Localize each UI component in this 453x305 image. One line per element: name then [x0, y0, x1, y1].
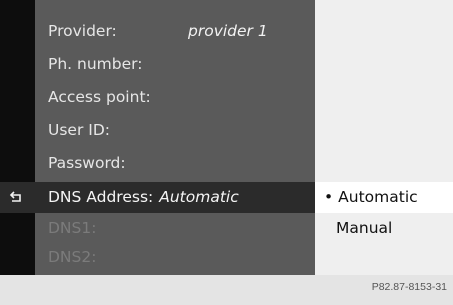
- access-point-label: Access point:: [48, 88, 151, 106]
- settings-panel: Provider: provider 1 Ph. number: Access …: [35, 0, 315, 275]
- phone-number-row[interactable]: Ph. number:: [35, 47, 315, 81]
- option-manual[interactable]: Manual: [315, 213, 453, 243]
- provider-row[interactable]: Provider: provider 1: [35, 14, 315, 48]
- dns-address-label: DNS Address:: [48, 188, 154, 206]
- provider-value: provider 1: [188, 22, 268, 40]
- left-side-bar: [0, 0, 35, 275]
- option-automatic-label: Automatic: [338, 188, 418, 206]
- password-label: Password:: [48, 154, 126, 172]
- dns-address-text: DNS Address: Automatic: [48, 182, 239, 213]
- user-id-row[interactable]: User ID:: [35, 113, 315, 147]
- access-point-row[interactable]: Access point:: [35, 80, 315, 114]
- user-id-label: User ID:: [48, 121, 110, 139]
- screen-frame: Provider: provider 1 Ph. number: Access …: [0, 0, 453, 305]
- dns2-label: DNS2:: [48, 248, 97, 266]
- password-row[interactable]: Password:: [35, 146, 315, 180]
- provider-label: Provider:: [48, 22, 117, 40]
- option-automatic[interactable]: • Automatic: [315, 182, 453, 213]
- dns-address-value: Automatic: [159, 188, 239, 206]
- dns1-label: DNS1:: [48, 219, 97, 237]
- selected-bullet-icon: •: [324, 188, 334, 206]
- image-code: P82.87-8153-31: [371, 281, 447, 293]
- dns2-row: DNS2:: [35, 240, 315, 274]
- back-arrow-icon[interactable]: [8, 190, 24, 206]
- phone-number-label: Ph. number:: [48, 55, 143, 73]
- option-manual-label: Manual: [336, 219, 393, 237]
